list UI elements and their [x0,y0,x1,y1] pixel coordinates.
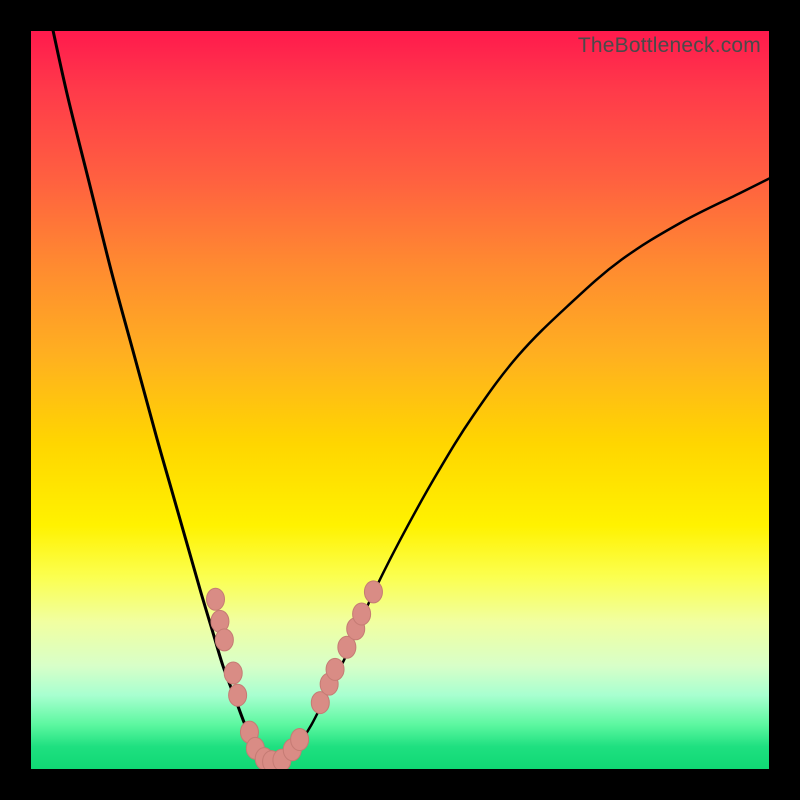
data-marker [229,684,247,706]
plot-area: TheBottleneck.com [31,31,769,769]
data-marker [215,629,233,651]
data-marker [364,581,382,603]
data-marker [224,662,242,684]
data-marker [353,603,371,625]
curve-layer [53,31,769,762]
data-marker [326,658,344,680]
right-branch-curve [282,179,769,762]
chart-svg [31,31,769,769]
data-marker [207,588,225,610]
data-marker [291,728,309,750]
marker-layer [207,581,383,769]
left-branch-curve [53,31,267,762]
outer-frame: TheBottleneck.com [0,0,800,800]
